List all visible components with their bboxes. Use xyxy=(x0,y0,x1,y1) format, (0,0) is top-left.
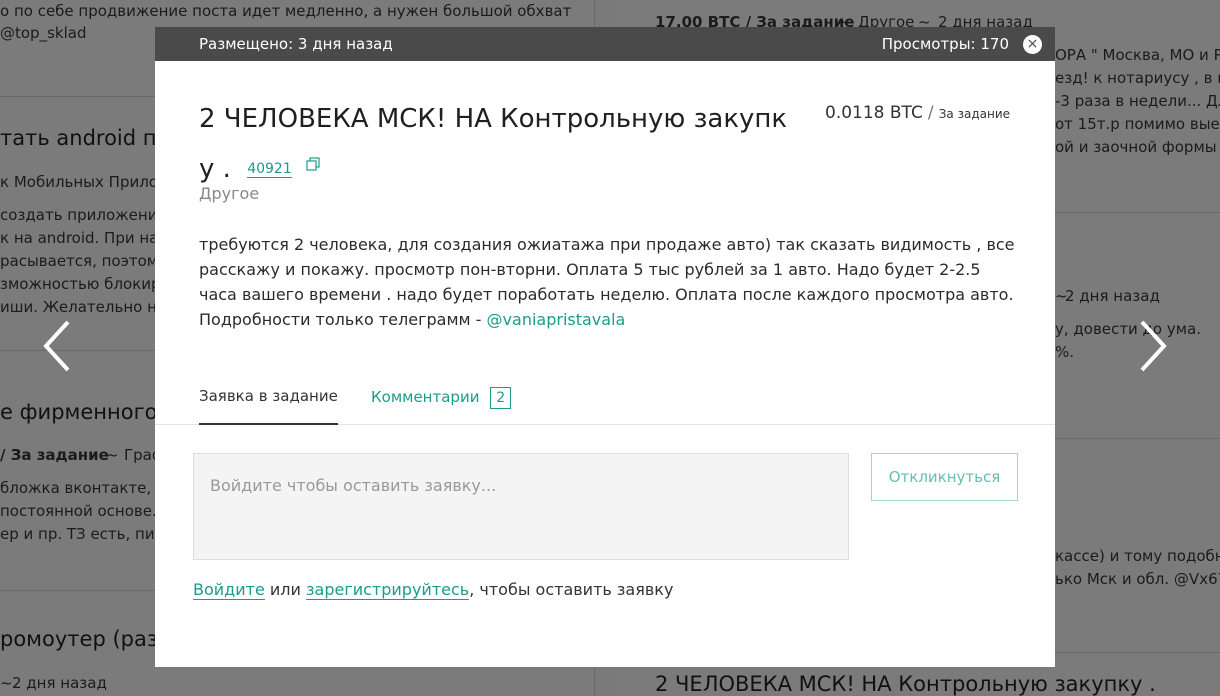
bg-text: @top_sklad xyxy=(0,24,87,42)
views-count: Просмотры: 170 xyxy=(881,35,1009,53)
apply-placeholder: Войдите чтобы оставить заявку... xyxy=(210,476,497,495)
bg-text: ОРА " Москва, МО и Ре xyxy=(1055,46,1220,64)
bg-text: постоянной основе. xyxy=(0,502,157,520)
task-category: Другое xyxy=(199,184,260,203)
bg-text: 2 дня назад xyxy=(1065,287,1160,305)
task-title-tail: у . xyxy=(199,154,231,184)
task-description: требуются 2 человека, для создания ожиат… xyxy=(199,232,1019,332)
register-link[interactable]: зарегистрируйтесь xyxy=(306,580,470,600)
tab-comments-label: Комментарии xyxy=(371,388,480,406)
comments-count-badge: 2 xyxy=(490,387,512,409)
login-prompt: Войдите или зарегистрируйтесь, чтобы ост… xyxy=(193,580,674,600)
posted-date: Размещено: 3 дня назад xyxy=(199,35,393,53)
login-suffix: , чтобы оставить заявку xyxy=(469,580,674,599)
bg-text: ~ xyxy=(0,674,13,692)
price-per: За задание xyxy=(938,107,1011,121)
price-slash: / xyxy=(927,103,934,123)
tab-apply[interactable]: Заявка в задание xyxy=(199,387,338,425)
modal-tabs: Заявка в задание Комментарии 2 xyxy=(155,382,1055,425)
tab-apply-label: Заявка в задание xyxy=(199,387,338,405)
task-price: 0.0118 BTC / За задание xyxy=(825,103,1010,123)
bg-text: -3 раза в недели... Для xyxy=(1055,92,1220,110)
bg-text: к Мобильных Прилож xyxy=(0,173,172,191)
bg-text: от 15т.р помимо выезд xyxy=(1055,115,1220,133)
bg-text: / За задание xyxy=(0,446,109,464)
bg-text: о по себе продвижение поста идет медленн… xyxy=(0,2,572,20)
bg-title: ромоутер (разм xyxy=(0,627,174,651)
task-modal: Размещено: 3 дня назад Просмотры: 170 × … xyxy=(155,27,1055,667)
bg-text: %. xyxy=(1055,343,1075,361)
apply-textarea[interactable]: Войдите чтобы оставить заявку... xyxy=(193,453,849,560)
bg-text: ер и пр. ТЗ есть, пиш xyxy=(0,525,169,543)
price-amount: 0.0118 BTC xyxy=(825,103,923,123)
bg-text: ~ xyxy=(106,446,119,464)
modal-header: Размещено: 3 дня назад Просмотры: 170 × xyxy=(155,27,1055,61)
task-title-main: 2 ЧЕЛОВЕКА МСК! НА Контрольную закупк xyxy=(199,104,788,134)
telegram-link[interactable]: @vaniapristavala xyxy=(487,310,626,329)
bg-text: езд! к нотариусу , в на xyxy=(1055,69,1220,87)
tab-comments[interactable]: Комментарии 2 xyxy=(371,387,512,423)
bg-text: у, довести до ума. xyxy=(1055,320,1202,338)
login-or: или xyxy=(269,580,301,599)
bg-title: е фирменного д xyxy=(0,400,179,424)
bg-title: 2 ЧЕЛОВЕКА МСК! НА Контрольную закупку . xyxy=(655,672,1156,696)
chevron-right-icon[interactable] xyxy=(1132,316,1172,376)
bg-text: расывается, поэтому xyxy=(0,252,167,270)
bg-text: ько Мск и обл. @Vx67 xyxy=(1055,570,1220,588)
bg-text: зможностью блокир xyxy=(0,275,161,293)
bg-text: к на android. При наж xyxy=(0,229,172,247)
bg-text: бложка вконтакте, ав xyxy=(0,479,174,497)
bg-text: ой и заочной формы об xyxy=(1055,138,1220,156)
bg-text: создать приложени xyxy=(0,206,158,224)
close-icon[interactable]: × xyxy=(1023,35,1042,54)
bg-text: иши. Желательно наз xyxy=(0,298,175,316)
bg-text: кассе) и тому подобн xyxy=(1055,547,1220,565)
chevron-left-icon[interactable] xyxy=(38,316,78,376)
task-title: 2 ЧЕЛОВЕКА МСК! НА Контрольную закупк у … xyxy=(199,97,819,191)
respond-button[interactable]: Откликнуться xyxy=(871,453,1018,501)
title-block: 2 ЧЕЛОВЕКА МСК! НА Контрольную закупк у … xyxy=(199,97,1019,191)
copy-icon[interactable] xyxy=(306,141,320,185)
login-link[interactable]: Войдите xyxy=(193,580,265,600)
bg-text: 2 дня назад xyxy=(12,674,107,692)
task-id-link[interactable]: 40921 xyxy=(247,161,292,178)
